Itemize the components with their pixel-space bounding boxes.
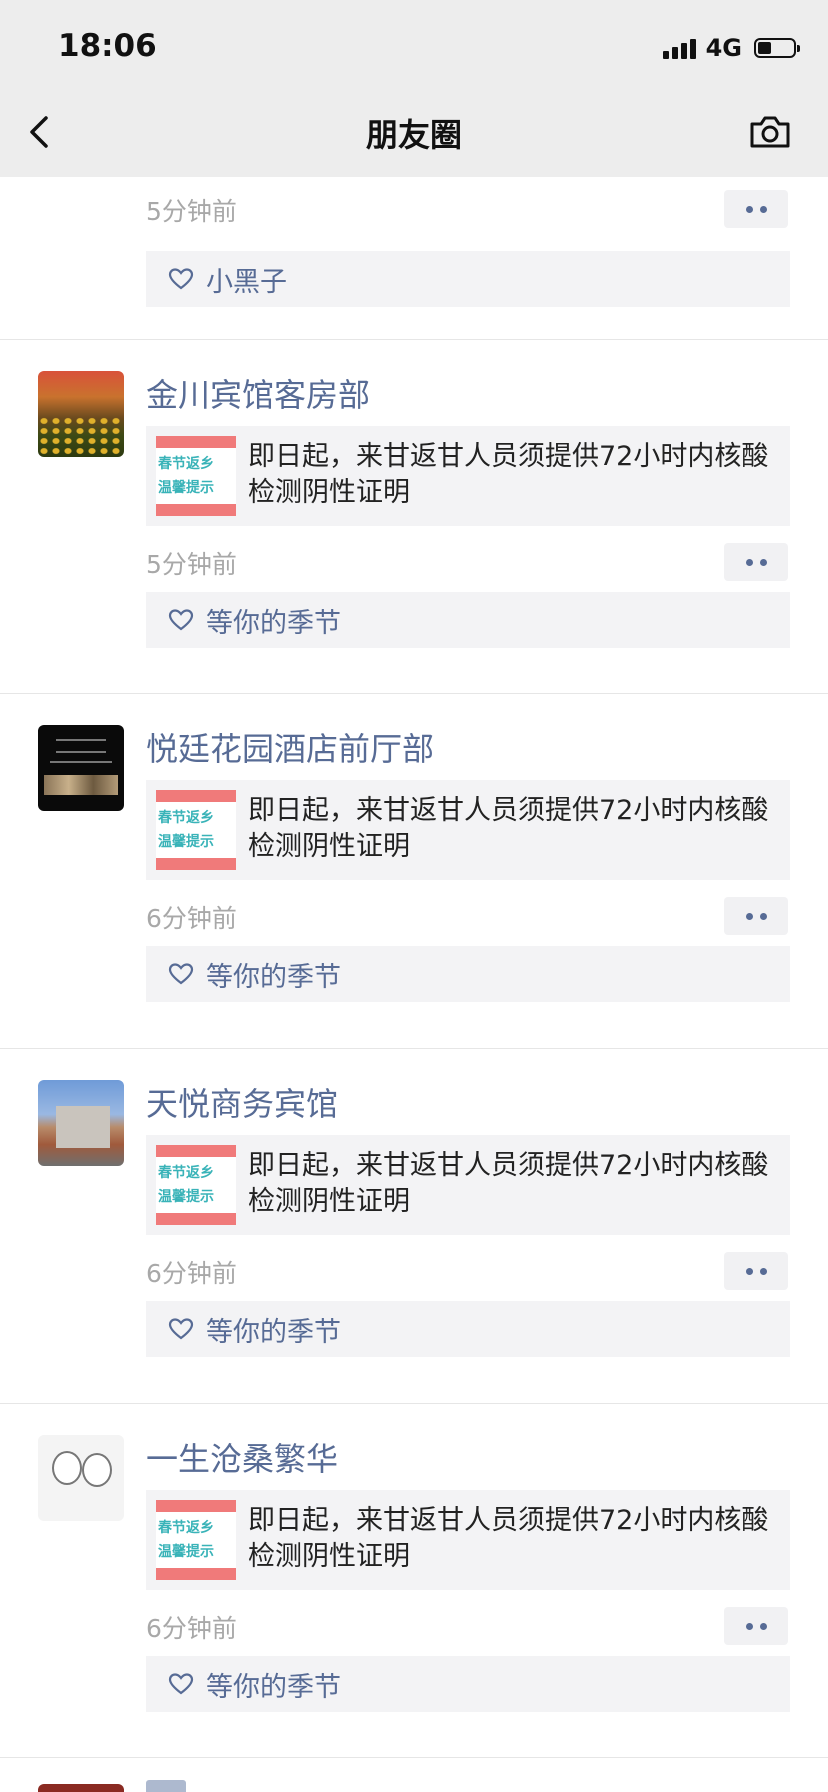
network-type: 4G <box>705 34 742 62</box>
avatar[interactable] <box>38 1435 124 1521</box>
liker-name[interactable]: 等你的季节 <box>206 601 341 640</box>
heart-icon <box>168 609 194 631</box>
shared-link-card[interactable]: 春节返乡 温馨提示 即日起，来甘返甘人员须提供72小时内核酸检测阴性证明 <box>146 780 790 880</box>
moment-post: 悦廷花园酒店前厅部 春节返乡 温馨提示 即日起，来甘返甘人员须提供72小时内核酸… <box>0 694 828 1049</box>
camera-button[interactable] <box>748 112 792 152</box>
liker-name[interactable]: 等你的季节 <box>206 955 341 994</box>
heart-icon <box>168 268 194 290</box>
avatar[interactable] <box>38 1080 124 1166</box>
moment-post: 天悦商务宾馆 春节返乡 温馨提示 即日起，来甘返甘人员须提供72小时内核酸检测阴… <box>0 1049 828 1404</box>
poster-name[interactable]: 悦廷花园酒店前厅部 <box>146 724 434 770</box>
top-bar: 18:06 4G 朋友圈 <box>0 0 828 177</box>
link-title: 即日起，来甘返甘人员须提供72小时内核酸检测阴性证明 <box>248 441 769 508</box>
likes-bar: 等你的季节 <box>146 1301 790 1357</box>
likes-bar: 等你的季节 <box>146 1656 790 1712</box>
poster-name[interactable]: 天悦商务宾馆 <box>146 1079 338 1125</box>
moment-post: 金川宾馆客房部 春节返乡 温馨提示 即日起，来甘返甘人员须提供72小时内核酸检测… <box>0 340 828 694</box>
post-time: 6分钟前 <box>146 1614 237 1643</box>
link-thumbnail: 春节返乡 温馨提示 <box>156 1500 236 1580</box>
post-time: 6分钟前 <box>146 904 237 933</box>
likes-bar: 等你的季节 <box>146 946 790 1002</box>
post-fragment: 5分钟前 小黑子 <box>0 177 828 340</box>
poster-name[interactable]: 一生沧桑繁华 <box>146 1434 338 1480</box>
liker-name[interactable]: 小黑子 <box>206 260 287 299</box>
heart-icon <box>168 1673 194 1695</box>
shared-link-card[interactable]: 春节返乡 温馨提示 即日起，来甘返甘人员须提供72小时内核酸检测阴性证明 <box>146 1490 790 1590</box>
post-time: 5分钟前 <box>146 197 237 226</box>
link-thumbnail: 春节返乡 温馨提示 <box>156 1145 236 1225</box>
heart-icon <box>168 963 194 985</box>
battery-icon <box>754 38 800 58</box>
poster-name[interactable]: 金川宾馆客房部 <box>146 370 370 416</box>
link-title: 即日起，来甘返甘人员须提供72小时内核酸检测阴性证明 <box>248 1150 769 1217</box>
post-time: 6分钟前 <box>146 1259 237 1288</box>
comment-menu-button[interactable] <box>724 897 788 935</box>
link-title: 即日起，来甘返甘人员须提供72小时内核酸检测阴性证明 <box>248 1505 769 1572</box>
link-thumbnail: 春节返乡 温馨提示 <box>156 790 236 870</box>
signal-icon <box>662 37 696 59</box>
liker-name[interactable]: 等你的季节 <box>206 1665 341 1704</box>
avatar[interactable] <box>38 371 124 457</box>
post-time: 5分钟前 <box>146 550 237 579</box>
poster-name[interactable] <box>146 1780 186 1792</box>
shared-link-card[interactable]: 春节返乡 温馨提示 即日起，来甘返甘人员须提供72小时内核酸检测阴性证明 <box>146 426 790 526</box>
comment-menu-button[interactable] <box>724 190 788 228</box>
status-time: 18:06 <box>58 28 157 64</box>
likes-bar: 小黑子 <box>146 251 790 307</box>
heart-icon <box>168 1318 194 1340</box>
camera-icon <box>750 116 790 148</box>
avatar[interactable] <box>38 725 124 811</box>
avatar[interactable] <box>38 1784 124 1792</box>
likes-bar: 等你的季节 <box>146 592 790 648</box>
link-thumbnail: 春节返乡 温馨提示 <box>156 436 236 516</box>
liker-name[interactable]: 等你的季节 <box>206 1310 341 1349</box>
moments-feed: 5分钟前 小黑子 金川宾馆客房部 春节返乡 温馨提示 即日起，来甘返甘人员须提供… <box>0 177 828 1758</box>
page-title: 朋友圈 <box>365 116 462 154</box>
link-title: 即日起，来甘返甘人员须提供72小时内核酸检测阴性证明 <box>248 795 769 862</box>
comment-menu-button[interactable] <box>724 1252 788 1290</box>
moment-post: 一生沧桑繁华 春节返乡 温馨提示 即日起，来甘返甘人员须提供72小时内核酸检测阴… <box>0 1404 828 1758</box>
shared-link-card[interactable]: 春节返乡 温馨提示 即日起，来甘返甘人员须提供72小时内核酸检测阴性证明 <box>146 1135 790 1235</box>
comment-menu-button[interactable] <box>724 1607 788 1645</box>
status-indicators: 4G <box>662 34 800 62</box>
comment-menu-button[interactable] <box>724 543 788 581</box>
